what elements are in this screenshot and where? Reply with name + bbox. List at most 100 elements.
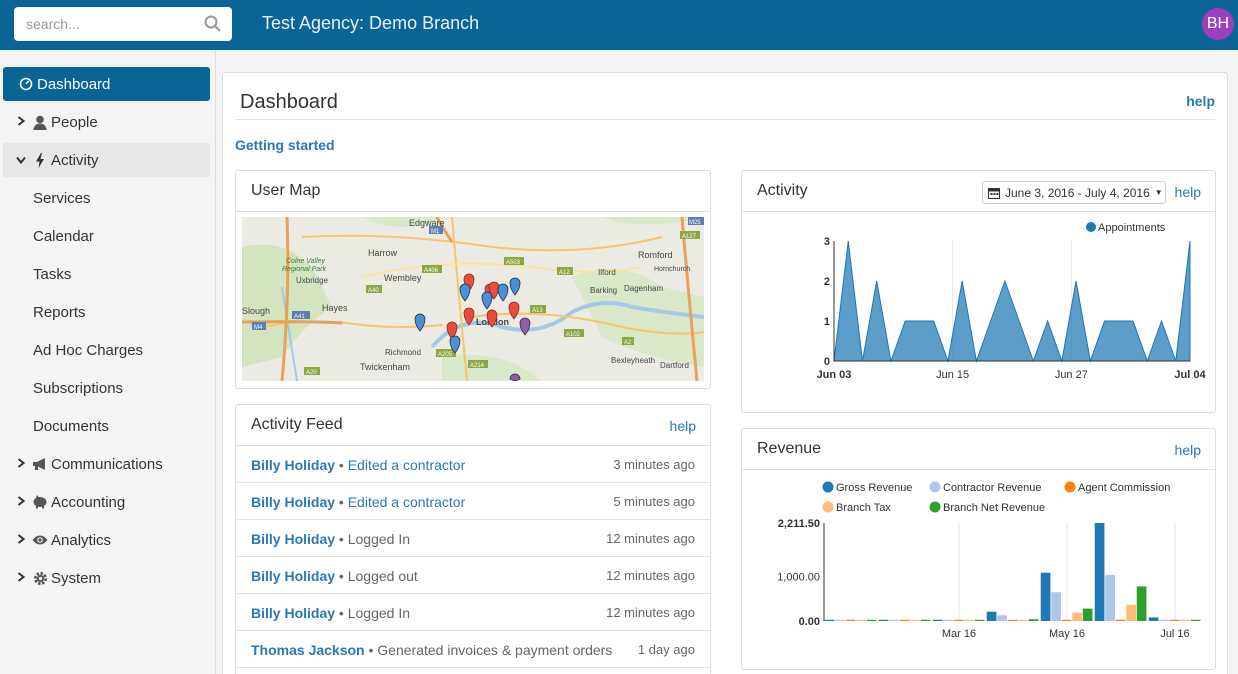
feed-time: 5 minutes ago [613, 494, 695, 509]
bar[interactable] [1018, 619, 1028, 621]
feed-user-link[interactable]: Billy Holiday [251, 531, 335, 547]
feed-user-link[interactable]: Billy Holiday [251, 568, 335, 584]
legend-dot[interactable] [822, 481, 834, 493]
search-icon[interactable] [204, 15, 222, 33]
sidebar-item-services[interactable]: Services [3, 181, 210, 215]
bar[interactable] [953, 619, 964, 621]
road-label: M1 [431, 229, 440, 235]
bar[interactable] [1082, 608, 1093, 621]
revenue-chart-help-link[interactable]: help [1175, 442, 1201, 458]
chevron-right-icon [13, 533, 29, 547]
sidebar-item-reports[interactable]: Reports [3, 295, 210, 329]
map-label: Hayes [322, 303, 348, 313]
bar[interactable] [878, 619, 889, 621]
bar[interactable] [1105, 574, 1115, 621]
bar[interactable] [1169, 619, 1180, 621]
bar[interactable] [889, 619, 899, 621]
bar[interactable] [1040, 572, 1051, 621]
map-label: Dartford [660, 361, 689, 370]
bar[interactable] [943, 619, 953, 621]
getting-started-link[interactable]: Getting started [235, 137, 335, 153]
bar[interactable] [824, 619, 835, 621]
bar[interactable] [1007, 619, 1018, 621]
feed-action-link[interactable]: Edited a contractor [348, 494, 466, 510]
bar[interactable] [1159, 619, 1169, 621]
activity-chart-help-link[interactable]: help [1175, 184, 1201, 200]
bar[interactable] [1072, 612, 1082, 621]
sidebar-item-communications[interactable]: Communications [3, 447, 210, 481]
search-input[interactable] [14, 7, 204, 41]
bar[interactable] [1051, 592, 1061, 621]
road-label: M25 [689, 220, 701, 226]
feed-user-link[interactable]: Billy Holiday [251, 605, 335, 621]
sidebar-item-dashboard[interactable]: Dashboard [3, 67, 210, 101]
user-map[interactable]: Edgware Harrow Romford Colne Valley Regi… [242, 217, 704, 381]
activity-feed-panel: Activity Feed help Billy Holiday • Edite… [235, 404, 711, 674]
activity-feed-help-link[interactable]: help [670, 418, 696, 434]
bar[interactable] [1126, 604, 1136, 621]
sidebar-item-analytics[interactable]: Analytics [3, 523, 210, 557]
bar[interactable] [974, 619, 985, 621]
bar[interactable] [910, 619, 920, 621]
feed-row: Billy Holiday • Logged In 12 minutes ago [236, 520, 710, 557]
map-label: Richmond [385, 348, 421, 357]
bar[interactable] [1094, 523, 1105, 621]
feed-action-link[interactable]: Edited a contractor [348, 457, 466, 473]
bar[interactable] [964, 619, 974, 621]
bar[interactable] [835, 619, 845, 621]
sidebar-item-people[interactable]: People [3, 105, 210, 139]
date-range-picker[interactable]: June 3, 2016 - July 4, 2016 ▼ [982, 181, 1166, 204]
map-label: Harrow [368, 248, 398, 258]
bar[interactable] [1028, 619, 1039, 621]
bar[interactable] [997, 615, 1007, 621]
x-tick-label: Mar 16 [942, 628, 976, 640]
avatar[interactable]: BH [1202, 8, 1234, 40]
y-tick-label: 2,211.50 [778, 518, 820, 530]
map-label: Hornchurch [654, 266, 690, 273]
legend-dot[interactable] [929, 481, 941, 493]
bar[interactable] [986, 611, 997, 621]
sidebar-item-label: People [51, 113, 98, 131]
panel-title: Revenue [757, 440, 822, 457]
sidebar-item-system[interactable]: System [3, 561, 210, 595]
map-label: Dagenham [624, 284, 663, 293]
bar[interactable] [1136, 586, 1147, 621]
y-tick-label: 0.00 [799, 616, 820, 628]
bar[interactable] [856, 619, 866, 621]
sidebar-item-subscriptions[interactable]: Subscriptions [3, 371, 210, 405]
bar[interactable] [1061, 619, 1072, 621]
bar[interactable] [920, 619, 931, 621]
sidebar-item-activity[interactable]: Activity [3, 143, 210, 177]
feed-user-link[interactable]: Billy Holiday [251, 494, 335, 510]
feed-entry: Billy Holiday • Edited a contractor [251, 494, 466, 510]
legend-dot[interactable] [929, 501, 941, 513]
sidebar-item-documents[interactable]: Documents [3, 409, 210, 443]
map-marker[interactable] [509, 373, 521, 381]
sidebar-item-accounting[interactable]: Accounting [3, 485, 210, 519]
bar[interactable] [845, 619, 856, 621]
bar[interactable] [1180, 619, 1190, 621]
bar[interactable] [932, 619, 943, 621]
legend-dot[interactable] [822, 501, 834, 513]
bar[interactable] [1190, 619, 1201, 621]
legend-dot[interactable] [1064, 481, 1076, 493]
bar[interactable] [1115, 619, 1126, 621]
sidebar-item-tasks[interactable]: Tasks [3, 257, 210, 291]
feed-user-link[interactable]: Billy Holiday [251, 457, 335, 473]
x-tick-label: Jun 15 [936, 369, 969, 381]
sidebar-item-ad-hoc-charges[interactable]: Ad Hoc Charges [3, 333, 210, 367]
page-help-link[interactable]: help [1186, 93, 1215, 109]
map-label: Barking [590, 286, 617, 295]
bar[interactable] [899, 619, 910, 621]
sidebar-item-label: Analytics [51, 531, 112, 549]
sidebar: Dashboard People Activity Services Calen… [0, 50, 216, 674]
sidebar-item-label: System [51, 569, 102, 587]
feed-time: 12 minutes ago [606, 531, 695, 546]
bar[interactable] [1148, 617, 1159, 621]
bar[interactable] [866, 619, 877, 621]
road-label: A214 [470, 363, 485, 369]
sidebar-item-calendar[interactable]: Calendar [3, 219, 210, 253]
feed-user-link[interactable]: Thomas Jackson [251, 642, 365, 658]
map-label: Uxbridge [296, 276, 329, 285]
legend-dot[interactable] [1086, 222, 1096, 232]
